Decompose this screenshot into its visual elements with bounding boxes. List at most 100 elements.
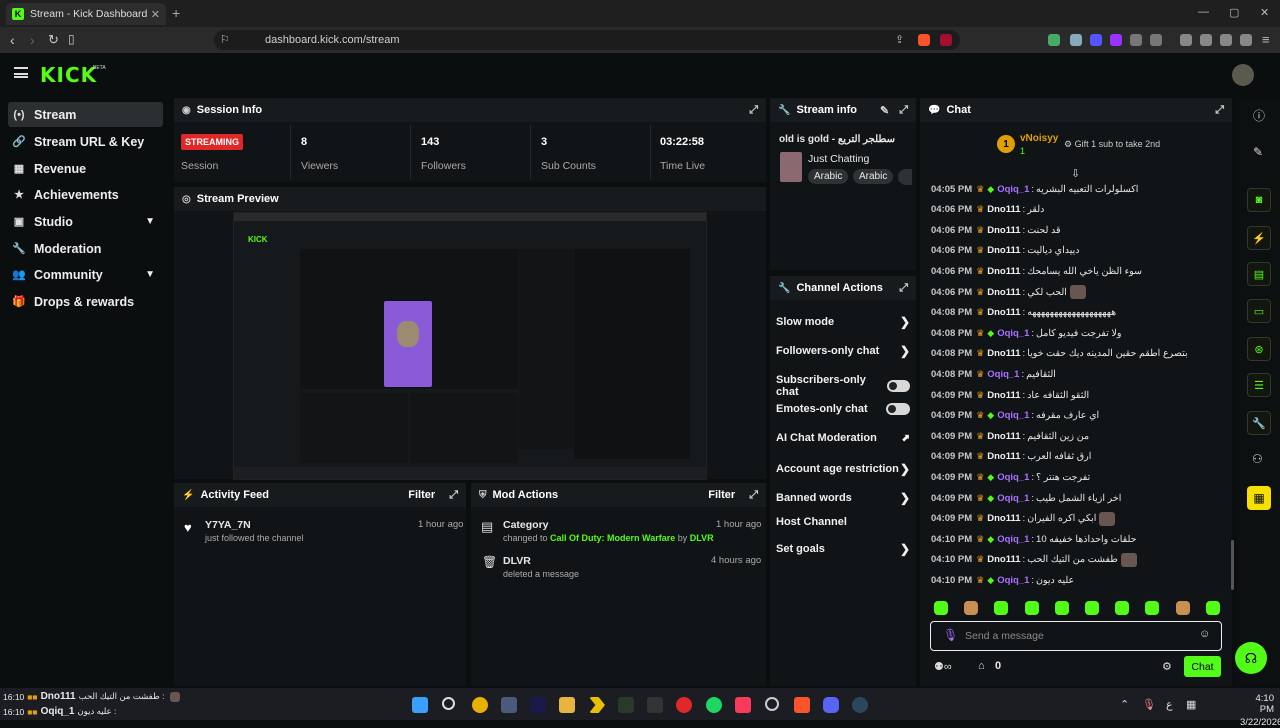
message-username[interactable]: Oqiq_1: [987, 369, 1019, 380]
mod-action-head[interactable]: DLVR: [503, 555, 531, 567]
message-username[interactable]: Oqiq_1: [997, 472, 1029, 483]
message-username[interactable]: Oqiq_1: [997, 328, 1029, 339]
windows-start-icon[interactable]: [412, 697, 428, 713]
chevron-down-icon[interactable]: ▼: [145, 216, 155, 227]
category-name[interactable]: Just Chatting: [808, 153, 869, 165]
banned-words-row[interactable]: Banned words ❯: [776, 491, 910, 505]
network-icon[interactable]: ▦: [1186, 698, 1196, 711]
emoji-icon[interactable]: ☺: [1199, 628, 1210, 640]
hamburger-menu-icon[interactable]: [14, 67, 28, 78]
stream-preview-video[interactable]: KICK: [233, 212, 707, 480]
emote-button[interactable]: [1085, 601, 1099, 615]
emote-button[interactable]: [964, 601, 979, 615]
followers-only-row[interactable]: Followers-only chat ❯: [776, 344, 910, 358]
community-icon[interactable]: ⚇: [1252, 452, 1263, 466]
message-username[interactable]: Oqiq_1: [997, 184, 1029, 195]
subscribers-only-row[interactable]: Subscribers-only chat: [776, 374, 910, 398]
brave-shield-icon[interactable]: [918, 34, 930, 46]
message-username[interactable]: Dno111: [987, 513, 1020, 524]
after-effects-icon[interactable]: [530, 697, 546, 713]
message-username[interactable]: Dno111: [987, 348, 1020, 359]
message-username[interactable]: Dno111: [987, 390, 1020, 401]
message-username[interactable]: Dno111: [987, 431, 1020, 442]
expand-icon[interactable]: ⤢: [1215, 104, 1224, 117]
sidebar-item-community[interactable]: 👥 Community ▼: [8, 262, 163, 287]
broadcast-icon[interactable]: ⊛: [1247, 337, 1271, 361]
support-icon[interactable]: ☊: [1235, 642, 1267, 674]
pin-icon[interactable]: ⇩: [1071, 167, 1080, 180]
minimize-button[interactable]: —: [1198, 6, 1209, 18]
message-username[interactable]: Dno111: [987, 451, 1020, 462]
message-username[interactable]: Oqiq_1: [997, 534, 1029, 545]
music-icon[interactable]: [735, 697, 751, 713]
extension-icon[interactable]: [1090, 34, 1102, 46]
emote-button[interactable]: [1115, 601, 1130, 615]
expand-icon[interactable]: ⤢: [749, 489, 758, 502]
app-icon[interactable]: [618, 697, 634, 713]
close-window-button[interactable]: ✕: [1260, 6, 1269, 19]
server-icon[interactable]: ☰: [1247, 373, 1271, 397]
info-icon[interactable]: ⓘ: [1253, 107, 1265, 124]
message-username[interactable]: Dno111: [987, 287, 1020, 298]
search-icon[interactable]: [442, 697, 455, 710]
activity-user[interactable]: Y7YA_7N: [205, 519, 251, 531]
users-icon[interactable]: ⚉∞: [934, 660, 952, 673]
message-username[interactable]: Dno111: [987, 204, 1020, 215]
emotes-only-row[interactable]: Emotes-only chat: [776, 403, 910, 415]
bookmark-icon[interactable]: ⚐: [220, 33, 230, 46]
edit-icon[interactable]: ✎: [1253, 145, 1263, 159]
emote-button[interactable]: [1175, 601, 1190, 615]
maximize-button[interactable]: ▢: [1229, 6, 1239, 19]
ai-moderation-row[interactable]: AI Chat Moderation ⬈: [776, 432, 910, 444]
message-username[interactable]: Oqiq_1: [997, 410, 1029, 421]
language-icon[interactable]: ع: [1166, 698, 1173, 711]
app-icon[interactable]: [647, 697, 663, 713]
message-username[interactable]: Oqiq_1: [997, 493, 1029, 504]
share-icon[interactable]: ⇪: [895, 33, 904, 46]
message-username[interactable]: Dno111: [987, 307, 1020, 318]
chat-icon[interactable]: ▭: [1247, 299, 1271, 323]
expand-icon[interactable]: ⤢: [899, 104, 908, 117]
emotes-only-toggle[interactable]: [886, 403, 910, 415]
message-username[interactable]: Oqiq_1: [997, 575, 1029, 586]
discord-icon[interactable]: [823, 697, 839, 713]
brave-icon[interactable]: [794, 697, 810, 713]
avatar[interactable]: [1232, 64, 1254, 86]
filter-button[interactable]: Filter: [408, 489, 435, 501]
chevron-down-icon[interactable]: ▼: [145, 269, 155, 280]
sidebar-icon[interactable]: [1200, 34, 1212, 46]
filter-button[interactable]: Filter: [708, 489, 735, 501]
chat-scrollbar[interactable]: [1231, 540, 1234, 590]
app-icon[interactable]: [765, 697, 779, 711]
sidebar-item-drops-rewards[interactable]: 🎁 Drops & rewards: [8, 289, 163, 314]
emote-button[interactable]: [994, 601, 1009, 615]
microphone-icon[interactable]: 🎙: [1142, 698, 1156, 711]
message-username[interactable]: Dno111: [987, 266, 1020, 277]
message-username[interactable]: Dno111: [987, 245, 1020, 256]
extension-icon[interactable]: [1150, 34, 1162, 46]
leo-icon[interactable]: [1240, 34, 1252, 46]
store-icon[interactable]: ⌂: [978, 660, 985, 672]
top-gifter-name[interactable]: vNoisyy: [1020, 133, 1058, 144]
settings-icon[interactable]: ⚙: [1162, 660, 1172, 673]
message-username[interactable]: Dno111: [987, 554, 1020, 565]
browser-tab[interactable]: K Stream - Kick Dashboard ✕: [6, 3, 166, 25]
sidebar-item-achievements[interactable]: ★ Achievements: [8, 182, 163, 207]
sidebar-item-studio[interactable]: ▣ Studio ▼: [8, 209, 163, 234]
chevron-up-icon[interactable]: ⌃: [1120, 698, 1129, 711]
host-channel-row[interactable]: Host Channel: [776, 516, 910, 528]
expand-icon[interactable]: ⤢: [899, 282, 908, 295]
app-icon[interactable]: [501, 697, 517, 713]
bolt-icon[interactable]: ⚡: [1247, 226, 1271, 250]
document-icon[interactable]: ▤: [1247, 262, 1271, 286]
spotify-icon[interactable]: [706, 697, 722, 713]
slow-mode-row[interactable]: Slow mode ❯: [776, 315, 910, 329]
camera-icon[interactable]: ◙: [1247, 188, 1271, 212]
emote-button[interactable]: [1054, 601, 1069, 615]
wallet-icon[interactable]: [1220, 34, 1232, 46]
file-explorer-icon[interactable]: [559, 697, 575, 713]
tab-close-icon[interactable]: ✕: [151, 8, 160, 21]
menu-icon[interactable]: ≡: [1262, 32, 1270, 47]
extension-icon[interactable]: [1070, 34, 1082, 46]
forward-icon[interactable]: ›: [30, 32, 35, 48]
